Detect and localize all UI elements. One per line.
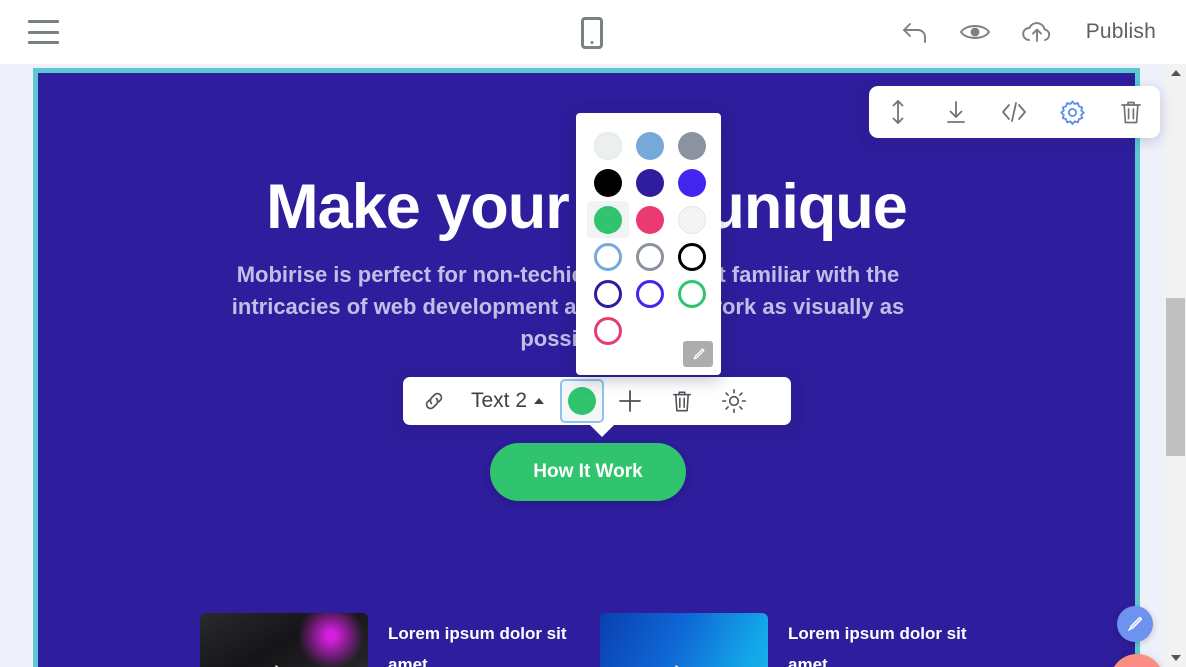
vertical-scrollbar[interactable] xyxy=(1165,64,1186,667)
card-caption: Lorem ipsum dolor sit amet, xyxy=(388,624,567,667)
top-toolbar: Publish xyxy=(0,0,1186,64)
palette-swatch-black[interactable] xyxy=(587,164,629,201)
video-card[interactable]: Lorem ipsum dolor sit amet, xyxy=(600,613,968,667)
palette-swatch-dark-indigo[interactable] xyxy=(629,164,671,201)
hero-paragraph: Mobirise is perfect for non-techies who … xyxy=(231,262,905,351)
palette-swatch-pink-red-ring[interactable] xyxy=(587,312,629,349)
scroll-up-button[interactable] xyxy=(1165,64,1186,82)
current-color-dot xyxy=(568,387,597,415)
swatch-dot xyxy=(678,242,706,271)
color-palette-popover xyxy=(576,113,721,375)
mobile-device-icon[interactable] xyxy=(581,17,603,49)
scroll-down-button[interactable] xyxy=(1165,649,1186,667)
hamburger-bar xyxy=(28,41,59,44)
palette-swatch-black-ring[interactable] xyxy=(671,238,713,275)
how-it-work-button[interactable]: How It Work xyxy=(490,443,686,501)
mobirise-website-builder: Publish Make your site unique Mobirise i… xyxy=(0,0,1186,667)
block-settings-icon[interactable] xyxy=(1053,92,1093,132)
swatch-dot xyxy=(678,131,706,160)
swatch-dot xyxy=(594,242,622,271)
cloud-upload-icon[interactable] xyxy=(1018,15,1056,49)
palette-swatch-bright-blue[interactable] xyxy=(671,164,713,201)
brightness-sun-icon[interactable] xyxy=(708,379,760,423)
palette-grid xyxy=(587,127,721,349)
element-type-label: Text 2 xyxy=(471,389,528,412)
dark-video-thumbnail[interactable] xyxy=(200,613,368,667)
swatch-dot xyxy=(636,205,664,234)
palette-swatch-white-smoke[interactable] xyxy=(587,127,629,164)
triangle-down-icon xyxy=(1170,655,1181,661)
add-element-icon[interactable] xyxy=(604,379,656,423)
download-block-icon[interactable] xyxy=(936,92,976,132)
edit-code-icon[interactable] xyxy=(994,92,1034,132)
swatch-dot xyxy=(678,205,706,234)
swatch-dot xyxy=(594,168,622,197)
element-type-dropdown[interactable]: Text 2 xyxy=(465,389,545,413)
undo-arrow-icon[interactable] xyxy=(898,15,932,49)
delete-element-icon[interactable] xyxy=(656,379,708,423)
triangle-up-icon xyxy=(1170,70,1181,76)
palette-swatch-slate-gray-ring[interactable] xyxy=(629,238,671,275)
chevron-up-icon xyxy=(534,398,545,404)
palette-swatch-green[interactable] xyxy=(587,201,629,238)
move-block-icon[interactable] xyxy=(878,92,918,132)
swatch-dot xyxy=(678,168,706,197)
swatch-dot xyxy=(678,279,706,308)
swatch-dot xyxy=(594,279,622,308)
block-toolbar xyxy=(869,86,1160,138)
palette-swatch-green-ring[interactable] xyxy=(671,275,713,312)
hamburger-bar xyxy=(28,30,59,34)
palette-swatch-dark-indigo-ring[interactable] xyxy=(587,275,629,312)
hamburger-bar xyxy=(28,20,59,23)
swatch-dot xyxy=(594,316,622,345)
swatch-dot xyxy=(636,279,664,308)
card-caption: Lorem ipsum dolor sit amet, xyxy=(788,624,967,667)
palette-swatch-pink-red[interactable] xyxy=(629,201,671,238)
swatch-dot xyxy=(636,242,664,271)
element-toolbar: Text 2 xyxy=(403,377,791,437)
palette-swatch-white-outline[interactable] xyxy=(671,201,713,238)
swatch-dot xyxy=(636,168,664,197)
delete-block-icon[interactable] xyxy=(1111,92,1151,132)
blue-video-thumbnail[interactable] xyxy=(600,613,768,667)
video-card-row: Lorem ipsum dolor sit amet, Lorem ipsum … xyxy=(38,613,1135,667)
palette-swatch-steel-blue-ring[interactable] xyxy=(587,238,629,275)
publish-button[interactable]: Publish xyxy=(1086,20,1156,44)
top-right-actions: Publish xyxy=(898,0,1156,64)
swatch-dot xyxy=(594,131,622,160)
color-swatch-button[interactable] xyxy=(560,379,605,423)
hamburger-menu-icon[interactable] xyxy=(28,20,59,44)
brush-icon[interactable] xyxy=(683,341,713,367)
style-brush-fab[interactable] xyxy=(1117,606,1153,642)
palette-swatch-bright-blue-ring[interactable] xyxy=(629,275,671,312)
palette-swatch-steel-blue[interactable] xyxy=(629,127,671,164)
eye-preview-icon[interactable] xyxy=(958,15,992,49)
video-card[interactable]: Lorem ipsum dolor sit amet, xyxy=(200,613,568,667)
link-chain-icon[interactable] xyxy=(403,390,465,412)
swatch-dot xyxy=(636,131,664,160)
swatch-dot xyxy=(594,205,622,234)
scrollbar-thumb[interactable] xyxy=(1166,298,1185,456)
palette-swatch-slate-gray[interactable] xyxy=(671,127,713,164)
